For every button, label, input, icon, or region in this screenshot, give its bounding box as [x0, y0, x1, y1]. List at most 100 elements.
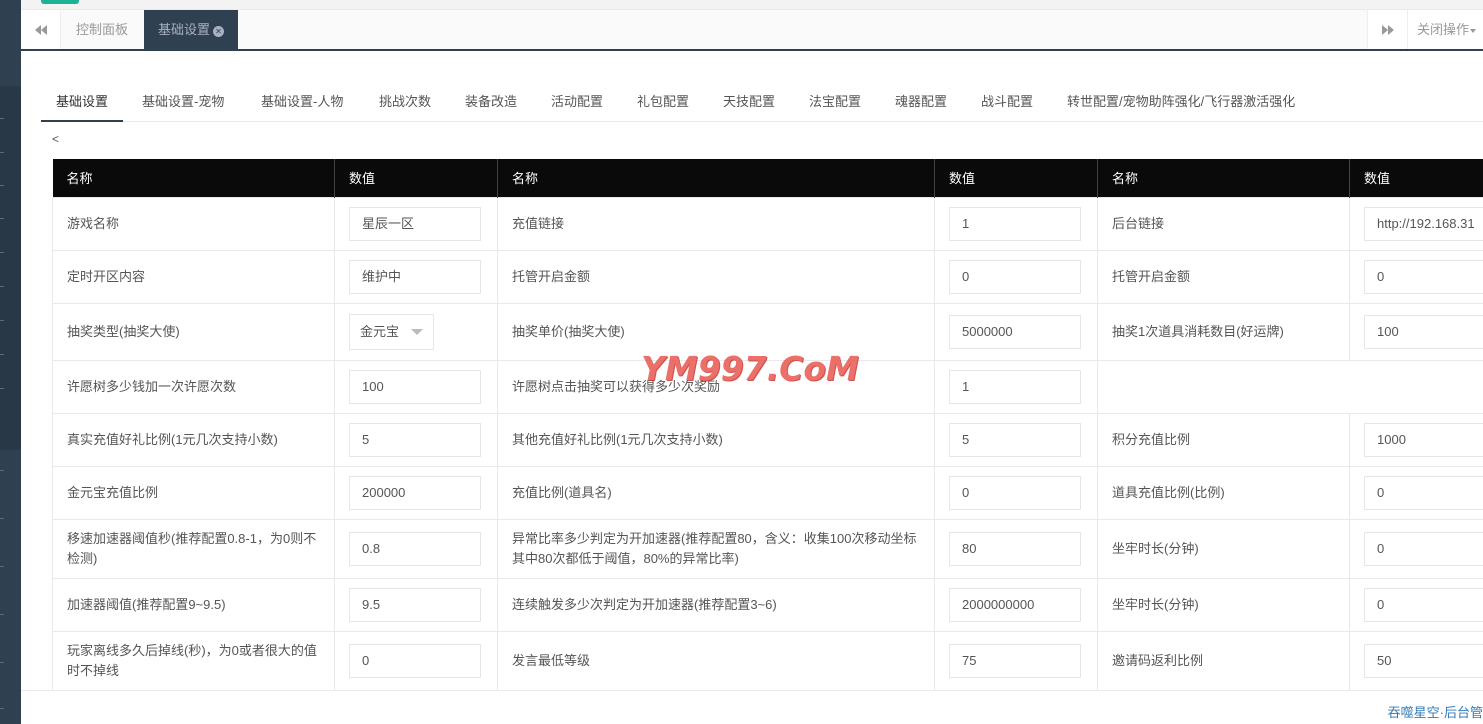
empty-cell: [1097, 359, 1483, 414]
game-name-input[interactable]: 星辰一区: [349, 206, 481, 241]
tab-skill-config[interactable]: 天技配置: [708, 84, 790, 122]
jail-duration-input-2[interactable]: 0: [1364, 587, 1483, 622]
sidebar-tick: [0, 286, 4, 287]
tab-soul-config[interactable]: 魂器配置: [880, 84, 962, 122]
menu-toggle-button[interactable]: [41, 0, 79, 4]
table-row: 真实充值好礼比例(1元几次支持小数) 5 其他充值好礼比例(1元几次支持小数) …: [52, 412, 1483, 467]
sidebar-tick: [0, 388, 4, 389]
setting-label: 托管开启金额: [497, 249, 935, 304]
header-name: 名称: [52, 159, 335, 197]
setting-label: 异常比率多少判定为开加速器(推荐配置80，含义：收集100次移动坐标其中80次都…: [497, 518, 935, 579]
recharge-item-name-input[interactable]: 0: [949, 475, 1081, 510]
table-row: 移速加速器阈值秒(推荐配置0.8-1，为0则不检测) 0.8 异常比率多少判定为…: [52, 518, 1483, 579]
sidebar-tick: [0, 118, 4, 119]
close-operations-dropdown[interactable]: 关闭操作: [1407, 10, 1483, 49]
item-recharge-ratio-input[interactable]: 0: [1364, 475, 1483, 510]
settings-table: 名称 数值 名称 数值 名称 数值 游戏名称 星辰一区 充值链接 1 后台链接 …: [52, 159, 1483, 691]
setting-label: 玩家离线多久后掉线(秒)，为0或者很大的值时不掉线: [52, 630, 335, 691]
scheduled-open-content-input[interactable]: 维护中: [349, 259, 481, 294]
close-icon[interactable]: ✕: [213, 26, 225, 37]
caret-down-icon: [1470, 28, 1477, 33]
backward-icon: [34, 24, 47, 35]
setting-label: 连续触发多少次判定为开加速器(推荐配置3~6): [497, 577, 935, 632]
watermark-logo: YM997.CoM: [641, 349, 859, 388]
tab-basic-pet[interactable]: 基础设置-宠物: [127, 84, 239, 122]
sidebar-tick: [0, 185, 4, 186]
tab-battle-config[interactable]: 战斗配置: [966, 84, 1048, 122]
lottery-type-value: 金元宝: [360, 323, 400, 339]
gold-recharge-ratio-input[interactable]: 200000: [349, 475, 481, 510]
other-recharge-ratio-input[interactable]: 5: [949, 422, 1081, 457]
setting-label: 移速加速器阈值秒(推荐配置0.8-1，为0则不检测): [52, 518, 335, 579]
setting-label: 充值比例(道具名): [497, 465, 935, 520]
setting-label: 加速器阈值(推荐配置9~9.5): [52, 577, 335, 632]
wish-tree-reward-input[interactable]: 1: [949, 369, 1081, 404]
invite-rebate-input[interactable]: 50: [1364, 643, 1483, 678]
page-tab-bar: 控制面板 基础设置 ✕ 关闭操作: [21, 10, 1483, 51]
real-recharge-ratio-input[interactable]: 5: [349, 422, 481, 457]
sidebar-tick: [0, 566, 4, 567]
tab-basic[interactable]: 基础设置: [41, 84, 124, 122]
tabs-prev-button[interactable]: [21, 10, 61, 49]
setting-label: 抽奖1次道具消耗数目(好运牌): [1097, 302, 1350, 361]
sidebar-tick: [0, 708, 4, 709]
sidebar-tick: [0, 662, 4, 663]
setting-label: 积分充值比例: [1097, 412, 1350, 467]
forward-icon: [1381, 24, 1394, 35]
trigger-count-input[interactable]: 2000000000: [949, 587, 1081, 622]
tab-basic-settings[interactable]: 基础设置 ✕: [144, 10, 239, 51]
wish-tree-cost-input[interactable]: 100: [349, 369, 481, 404]
recharge-link-input[interactable]: 1: [949, 206, 1081, 241]
sidebar-active-block: [0, 86, 21, 450]
tab-challenge-count[interactable]: 挑战次数: [364, 84, 446, 122]
lottery-item-cost-input[interactable]: 100: [1364, 314, 1483, 349]
accelerator-threshold-input[interactable]: 9.5: [349, 587, 481, 622]
tab-gift-config[interactable]: 礼包配置: [622, 84, 704, 122]
setting-label: 抽奖类型(抽奖大使): [52, 302, 335, 361]
header-value: 数值: [934, 159, 1098, 197]
table-row: 金元宝充值比例 200000 充值比例(道具名) 0 道具充值比例(比例) 0: [52, 465, 1483, 520]
hosting-amount-input-2[interactable]: 0: [1364, 259, 1483, 294]
footer-brand: 吞噬星空·后台管: [1387, 705, 1483, 720]
sidebar-tick: [0, 320, 4, 321]
speed-hack-threshold-input[interactable]: 0.8: [349, 531, 481, 566]
sidebar-tick: [0, 354, 4, 355]
jail-duration-input[interactable]: 0: [1364, 531, 1483, 566]
tab-dashboard[interactable]: 控制面板: [62, 10, 142, 49]
admin-link-input[interactable]: http://192.168.31: [1364, 206, 1483, 241]
sidebar-tick: [0, 252, 4, 253]
tab-basic-character[interactable]: 基础设置-人物: [246, 84, 358, 122]
top-strip: [21, 0, 1483, 10]
setting-label: 真实充值好礼比例(1元几次支持小数): [52, 412, 335, 467]
lottery-type-select[interactable]: 金元宝: [349, 313, 434, 350]
abnormal-ratio-input[interactable]: 80: [949, 531, 1081, 566]
table-row: 游戏名称 星辰一区 充值链接 1 后台链接 http://192.168.31: [52, 196, 1483, 251]
header-name: 名称: [497, 159, 935, 197]
lottery-price-input[interactable]: 5000000: [949, 314, 1081, 349]
header-value: 数值: [1349, 159, 1483, 197]
offline-timeout-input[interactable]: 0: [349, 643, 481, 678]
tab-equipment-reform[interactable]: 装备改造: [450, 84, 532, 122]
table-row: 定时开区内容 维护中 托管开启金额 0 托管开启金额 0: [52, 249, 1483, 304]
setting-label: 充值链接: [497, 196, 935, 251]
tab-rebirth-config[interactable]: 转世配置/宠物助阵强化/飞行器激活强化: [1052, 84, 1310, 122]
header-name: 名称: [1097, 159, 1350, 197]
header-value: 数值: [334, 159, 498, 197]
back-link[interactable]: <: [52, 132, 59, 146]
hosting-amount-input[interactable]: 0: [949, 259, 1081, 294]
tab-activity-config[interactable]: 活动配置: [536, 84, 618, 122]
setting-label: 金元宝充值比例: [52, 465, 335, 520]
content-tab-strip: 基础设置 基础设置-宠物 基础设置-人物 挑战次数 装备改造 活动配置 礼包配置…: [41, 84, 1483, 122]
setting-label: 许愿树多少钱加一次许愿次数: [52, 359, 335, 414]
setting-label: 坐牢时长(分钟): [1097, 518, 1350, 579]
table-row: 加速器阈值(推荐配置9~9.5) 9.5 连续触发多少次判定为开加速器(推荐配置…: [52, 577, 1483, 632]
setting-label: 发言最低等级: [497, 630, 935, 691]
tab-treasure-config[interactable]: 法宝配置: [794, 84, 876, 122]
tabs-next-button[interactable]: [1367, 10, 1407, 49]
min-chat-level-input[interactable]: 75: [949, 643, 1081, 678]
sidebar-tick: [0, 470, 4, 471]
sidebar-tick: [0, 518, 4, 519]
points-recharge-ratio-input[interactable]: 1000: [1364, 422, 1483, 457]
footer: 吞噬星空·后台管: [21, 690, 1483, 724]
setting-label: 托管开启金额: [1097, 249, 1350, 304]
